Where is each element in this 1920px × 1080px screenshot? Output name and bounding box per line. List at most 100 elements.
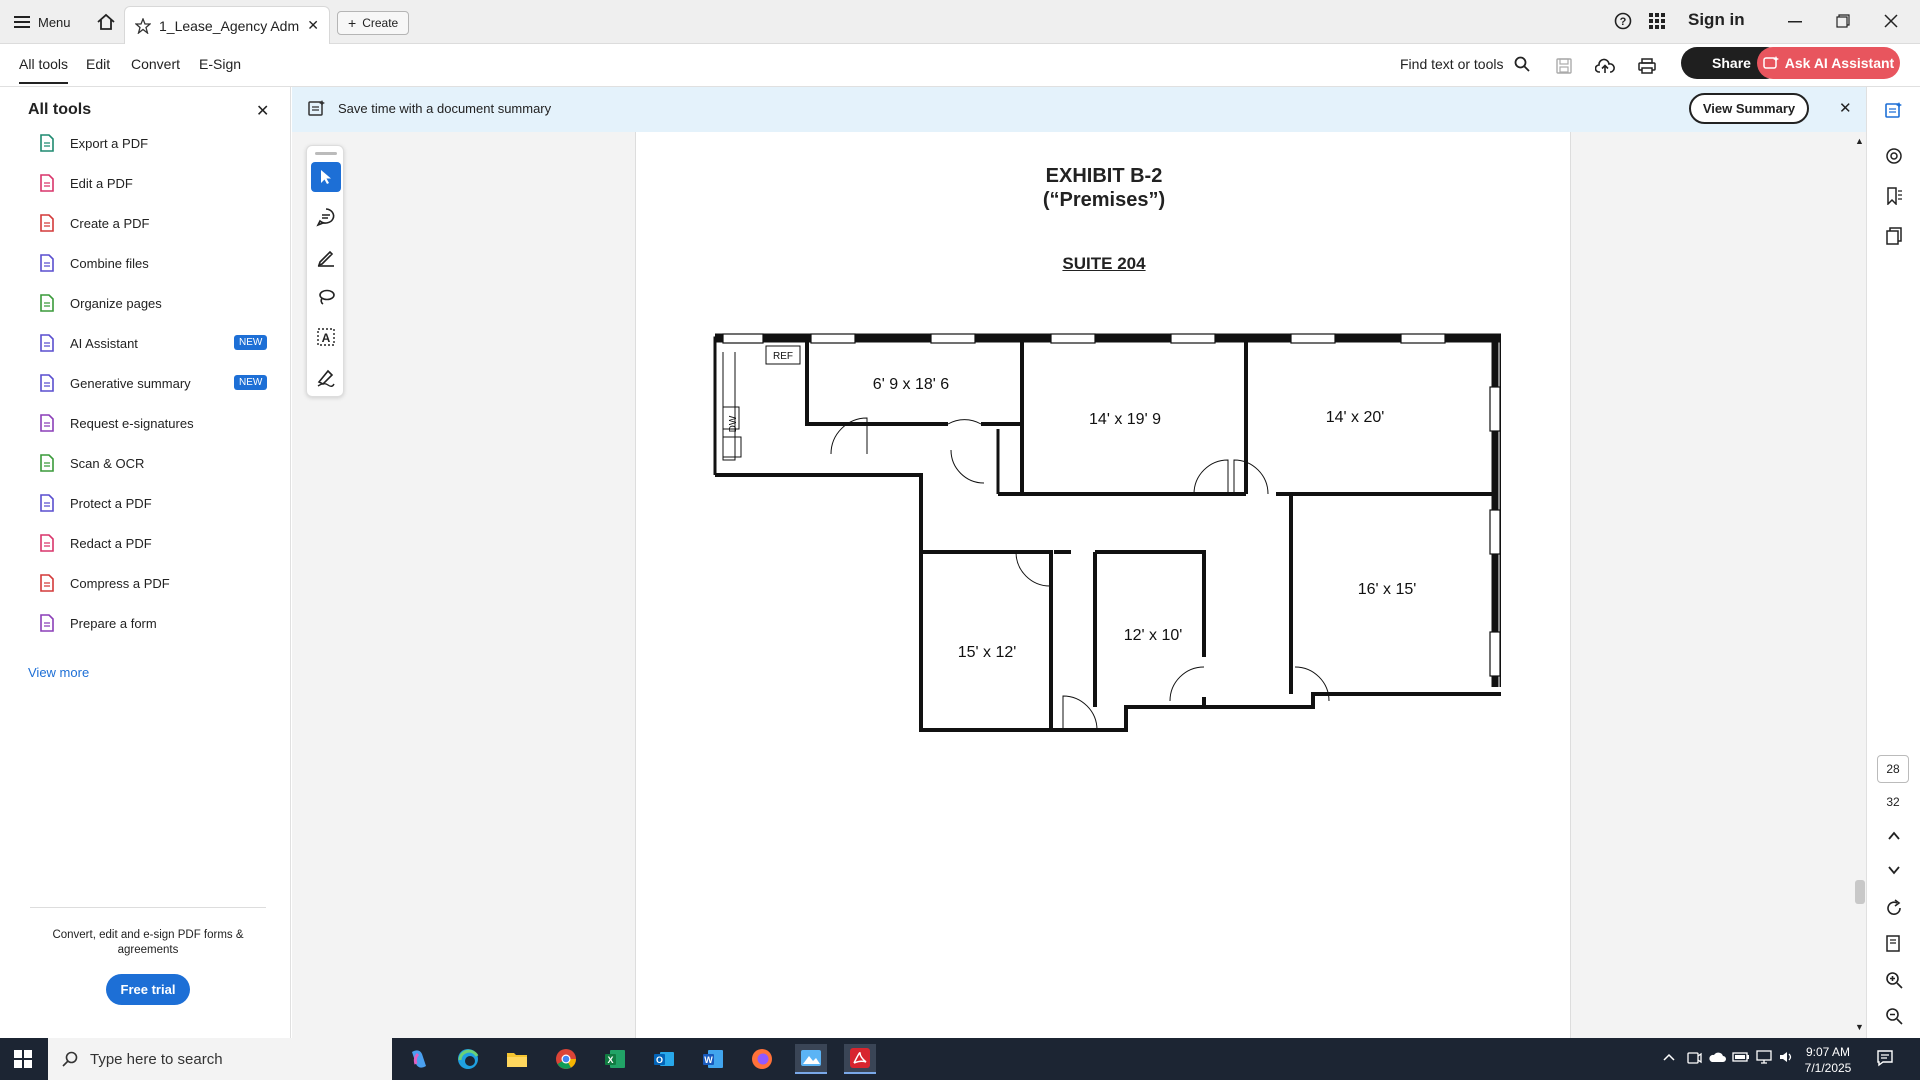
acrobat-app[interactable]	[844, 1044, 876, 1074]
apps-button[interactable]	[1648, 12, 1666, 30]
tool-item[interactable]: Generative summary	[38, 371, 191, 395]
edge-app[interactable]	[452, 1044, 484, 1074]
pages-rail-button[interactable]	[1883, 225, 1905, 247]
banner-close-icon[interactable]: ✕	[1839, 99, 1852, 117]
draw-tool[interactable]	[311, 282, 341, 312]
tab-convert[interactable]: Convert	[131, 56, 180, 72]
outlook-app[interactable]: O	[648, 1044, 680, 1074]
tab-all-tools[interactable]: All tools	[19, 56, 69, 84]
title-bar: Menu 1_Lease_Agency Admini... ✕ + Create…	[0, 0, 1920, 44]
pdf-page[interactable]: EXHIBIT B-2 (“Premises”) SUITE 204 REF D…	[635, 132, 1571, 1038]
chrome-app[interactable]	[550, 1044, 582, 1074]
tool-item[interactable]: Prepare a form	[38, 611, 157, 635]
previous-page-button[interactable]	[1883, 825, 1905, 847]
meet-now-icon[interactable]	[1686, 1050, 1702, 1071]
firefox-app[interactable]	[746, 1044, 778, 1074]
restore-button[interactable]	[1832, 10, 1854, 32]
view-more-link[interactable]: View more	[28, 665, 89, 680]
sign-in-link[interactable]: Sign in	[1688, 10, 1745, 30]
free-trial-button[interactable]: Free trial	[106, 974, 190, 1005]
rotate-button[interactable]	[1883, 897, 1905, 919]
upload-button[interactable]	[1594, 55, 1616, 77]
tool-item[interactable]: Export a PDF	[38, 131, 148, 155]
tool-item[interactable]: Compress a PDF	[38, 571, 170, 595]
vertical-scrollbar[interactable]: ▲ ▼	[1852, 132, 1866, 1038]
summary-banner: Save time with a document summary View S…	[292, 87, 1866, 132]
minimize-button[interactable]	[1784, 10, 1806, 32]
save-button[interactable]	[1553, 55, 1575, 77]
file-explorer-app[interactable]	[501, 1044, 533, 1074]
highlight-tool[interactable]	[311, 242, 341, 272]
tab-esign[interactable]: E-Sign	[199, 56, 241, 72]
menu-button[interactable]: Menu	[14, 11, 71, 33]
tool-item[interactable]: Redact a PDF	[38, 531, 152, 555]
panel-close-icon[interactable]: ✕	[256, 101, 269, 121]
excel-app[interactable]: X	[599, 1044, 631, 1074]
summary-rail-button[interactable]	[1883, 99, 1905, 121]
tool-item-label: Create a PDF	[70, 215, 150, 231]
onedrive-icon[interactable]	[1708, 1050, 1726, 1069]
tool-item[interactable]: Combine files	[38, 251, 149, 275]
tool-item[interactable]: Organize pages	[38, 291, 162, 315]
svg-text:A: A	[322, 331, 331, 345]
suite-label: SUITE 204	[1062, 254, 1146, 273]
sign-tool[interactable]	[311, 362, 341, 392]
tool-item-label: Export a PDF	[70, 135, 149, 151]
toolbar-grip[interactable]	[315, 152, 337, 155]
room-label: 16' x 15'	[1358, 581, 1417, 598]
current-page-input[interactable]: 28	[1877, 755, 1909, 783]
tray-chevron-up-icon[interactable]	[1662, 1050, 1676, 1069]
star-icon[interactable]	[135, 17, 151, 34]
tab-close-icon[interactable]: ✕	[307, 17, 319, 34]
home-button[interactable]	[94, 11, 118, 33]
windows-start-icon[interactable]	[14, 1050, 32, 1068]
tool-item[interactable]: Scan & OCR	[38, 451, 144, 475]
next-page-button[interactable]	[1883, 859, 1905, 881]
scroll-down-icon[interactable]: ▼	[1855, 1022, 1864, 1032]
cloud-upload-icon	[1595, 58, 1615, 73]
word-app[interactable]: W	[697, 1044, 729, 1074]
taskbar-search[interactable]: Type here to search	[48, 1038, 392, 1080]
windows-taskbar: Type here to search X O W 9:07 AM 7/1/20…	[0, 1038, 1920, 1080]
print-button[interactable]	[1636, 55, 1658, 77]
network-icon[interactable]	[1756, 1050, 1774, 1069]
copilot-icon	[412, 1050, 426, 1068]
scroll-up-icon[interactable]: ▲	[1855, 136, 1864, 146]
notifications-icon[interactable]	[1876, 1049, 1894, 1072]
paint-app[interactable]	[795, 1044, 827, 1074]
ask-ai-assistant-button[interactable]: Ask AI Assistant	[1757, 47, 1900, 79]
close-window-button[interactable]	[1880, 10, 1902, 32]
exhibit-heading: EXHIBIT B-2 (“Premises”)	[636, 164, 1572, 212]
page-view-button[interactable]	[1883, 933, 1905, 955]
scrollbar-thumb[interactable]	[1855, 880, 1865, 904]
document-viewer[interactable]: EXHIBIT B-2 (“Premises”) SUITE 204 REF D…	[292, 132, 1866, 1038]
document-tab[interactable]: 1_Lease_Agency Admini... ✕	[124, 6, 330, 44]
create-button[interactable]: + Create	[337, 11, 410, 35]
tab-edit[interactable]: Edit	[86, 56, 110, 72]
find-text-or-tools[interactable]: Find text or tools	[1400, 56, 1530, 72]
copilot-app[interactable]	[403, 1044, 435, 1074]
tool-item[interactable]: Edit a PDF	[38, 171, 133, 195]
battery-icon[interactable]	[1732, 1050, 1750, 1069]
help-button[interactable]: ?	[1614, 12, 1632, 30]
tool-item-label: Combine files	[70, 255, 149, 271]
tool-item[interactable]: AI Assistant	[38, 331, 138, 355]
volume-icon[interactable]	[1778, 1050, 1796, 1069]
zoom-in-button[interactable]	[1883, 969, 1905, 991]
view-summary-button[interactable]: View Summary	[1689, 93, 1809, 124]
bookmarks-rail-button[interactable]	[1883, 185, 1905, 207]
annotation-toolbar: A	[306, 145, 344, 397]
comment-tool[interactable]	[311, 202, 341, 232]
tool-item[interactable]: Create a PDF	[38, 211, 149, 235]
compress-pdf-icon	[38, 574, 56, 592]
tool-item[interactable]: Protect a PDF	[38, 491, 152, 515]
tool-item[interactable]: Request e-signatures	[38, 411, 194, 435]
text-tool[interactable]: A	[311, 322, 341, 352]
system-clock[interactable]: 9:07 AM 7/1/2025	[1800, 1044, 1856, 1076]
ai-assistant-icon	[1763, 56, 1779, 69]
page-total: 32	[1886, 795, 1900, 809]
cursor-icon	[321, 170, 331, 184]
select-tool[interactable]	[311, 162, 341, 192]
comments-rail-button[interactable]	[1883, 145, 1905, 167]
zoom-out-button[interactable]	[1883, 1005, 1905, 1027]
